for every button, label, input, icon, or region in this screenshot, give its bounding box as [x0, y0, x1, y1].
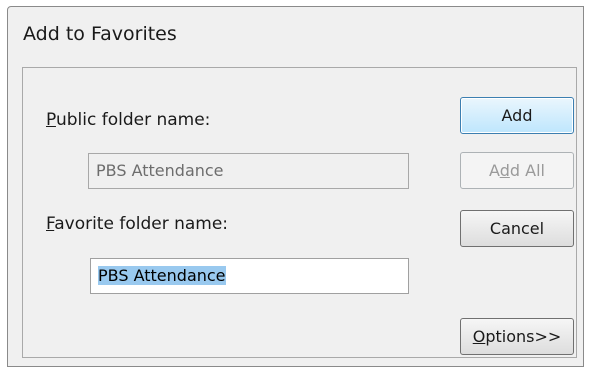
- add-to-favorites-dialog: Add to Favorites Public folder name: PBS…: [7, 6, 584, 367]
- cancel-button[interactable]: Cancel: [460, 210, 574, 247]
- options-label-text: ptions>>: [485, 327, 562, 346]
- add-button[interactable]: Add: [460, 97, 574, 134]
- public-folder-label: Public folder name:: [46, 110, 210, 130]
- options-button[interactable]: Options>>: [460, 318, 574, 355]
- add-all-label-mnemonic: d: [499, 161, 510, 180]
- favorite-folder-label-mnemonic: F: [46, 214, 55, 234]
- dialog-panel: Public folder name: PBS Attendance Favor…: [22, 67, 577, 358]
- favorite-folder-field[interactable]: PBS Attendance: [90, 258, 409, 294]
- public-folder-label-mnemonic: P: [46, 110, 56, 130]
- add-all-button[interactable]: Add All: [460, 152, 574, 189]
- public-folder-label-text: ublic folder name:: [55, 110, 211, 130]
- dialog-title: Add to Favorites: [23, 23, 177, 45]
- favorite-folder-label-text: avorite folder name:: [54, 214, 229, 234]
- add-all-label-post: d All: [509, 161, 545, 180]
- add-all-label-pre: A: [489, 161, 500, 180]
- favorite-folder-label: Favorite folder name:: [46, 214, 228, 234]
- options-label-mnemonic: O: [472, 327, 486, 346]
- favorite-folder-selected-text: PBS Attendance: [98, 266, 226, 285]
- public-folder-field: PBS Attendance: [88, 153, 409, 189]
